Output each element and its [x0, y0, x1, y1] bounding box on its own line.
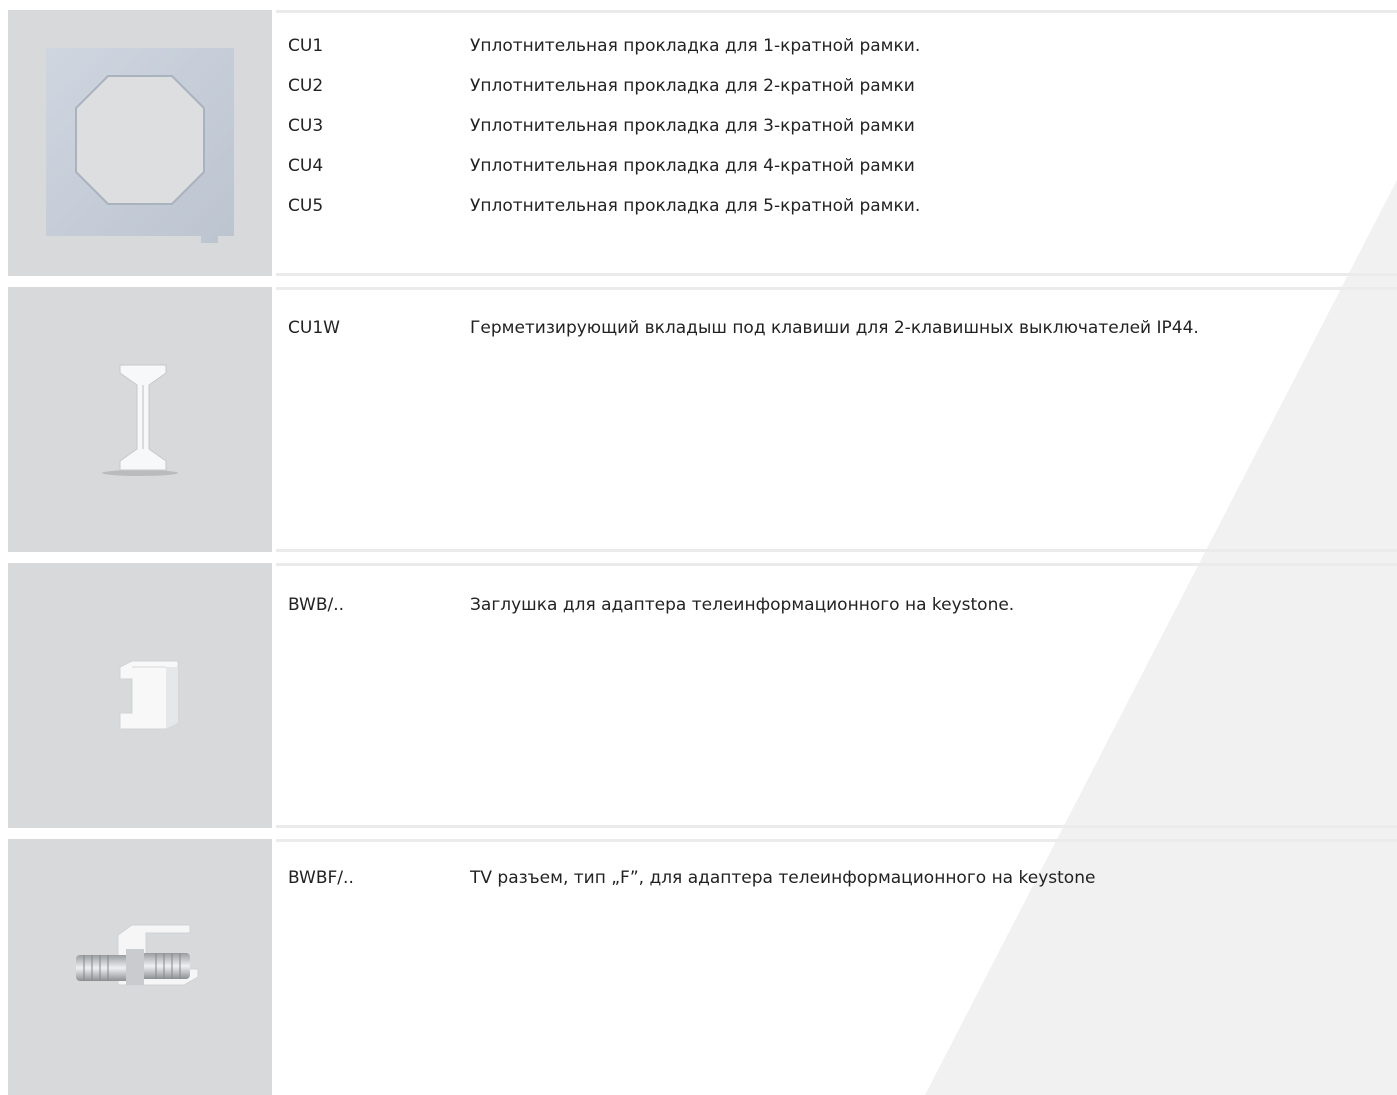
product-row: BWB/.. Заглушка для адаптера телеинформа… — [8, 563, 1397, 828]
product-code: CU5 — [288, 196, 324, 216]
product-description: Уплотнительная прокладка для 2-кратной р… — [470, 76, 915, 96]
product-code: BWBF/.. — [288, 868, 354, 888]
product-row: CU1W Герметизирующий вкладыш под клавиши… — [8, 287, 1397, 552]
product-code: CU3 — [288, 116, 324, 136]
product-description: Уплотнительная прокладка для 4-кратной р… — [470, 156, 915, 176]
product-image — [8, 839, 272, 1095]
keystone-blank-plug-icon — [119, 660, 179, 730]
tv-f-connector-icon — [76, 924, 199, 986]
product-image — [8, 10, 272, 276]
product-code: BWB/.. — [288, 595, 345, 615]
row-divider — [276, 549, 1397, 552]
product-description: Уплотнительная прокладка для 5-кратной р… — [470, 196, 921, 216]
sealing-gasket-frame-icon — [46, 48, 234, 243]
row-divider — [276, 825, 1397, 828]
product-description: Уплотнительная прокладка для 3-кратной р… — [470, 116, 915, 136]
product-image — [8, 287, 272, 552]
row-divider — [276, 563, 1397, 566]
row-divider — [276, 10, 1397, 13]
row-divider — [276, 273, 1397, 276]
product-code: CU1W — [288, 318, 340, 338]
product-code: CU4 — [288, 156, 324, 176]
product-image — [8, 563, 272, 828]
row-divider — [276, 287, 1397, 290]
product-description: Заглушка для адаптера телеинформационног… — [470, 595, 1015, 615]
sealing-insert-icon — [102, 364, 178, 476]
product-description: Уплотнительная прокладка для 1-кратной р… — [470, 36, 921, 56]
product-code: CU1 — [288, 36, 324, 56]
row-divider — [276, 839, 1397, 842]
product-description: TV разъем, тип „F”, для адаптера телеинф… — [470, 868, 1096, 888]
product-row: CU1 Уплотнительная прокладка для 1-кратн… — [8, 10, 1397, 276]
product-description: Герметизирующий вкладыш под клавиши для … — [470, 318, 1199, 338]
product-row: BWBF/.. TV разъем, тип „F”, для адаптера… — [8, 839, 1397, 1095]
product-code: CU2 — [288, 76, 324, 96]
